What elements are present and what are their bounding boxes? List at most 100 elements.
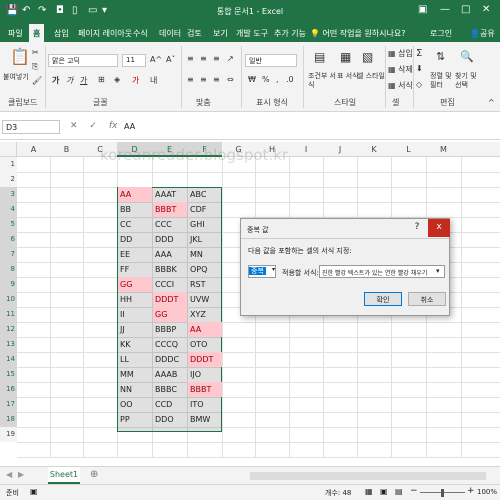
column-header[interactable]: B: [50, 142, 83, 157]
cell[interactable]: CCCQ: [153, 337, 187, 352]
cell[interactable]: BBBT: [188, 382, 222, 397]
collapse-ribbon-icon[interactable]: ^: [488, 98, 495, 107]
table-format-button[interactable]: 표 서식: [337, 72, 359, 81]
fx-icon[interactable]: fx: [109, 121, 118, 131]
delete-cells-button[interactable]: ▦ 삭제: [388, 64, 413, 75]
sort-filter-icon[interactable]: ⇅: [436, 50, 445, 63]
align-left-icon[interactable]: ≡: [187, 75, 194, 84]
cell[interactable]: OO: [118, 397, 152, 412]
page-layout-view-icon[interactable]: ▣: [380, 487, 388, 496]
cell[interactable]: MM: [118, 367, 152, 382]
cell[interactable]: XYZ: [188, 307, 222, 322]
macro-record-icon[interactable]: ▣: [30, 487, 38, 496]
enter-icon[interactable]: ✓: [89, 121, 97, 131]
copy-icon[interactable]: ⎘: [32, 62, 38, 72]
column-header[interactable]: K: [357, 142, 391, 157]
row-header[interactable]: 7: [0, 247, 17, 262]
column-header[interactable]: A: [17, 142, 50, 157]
scroll-left-icon[interactable]: ◀: [6, 470, 12, 479]
cell[interactable]: MN: [188, 247, 222, 262]
sheet-tab[interactable]: Sheet1: [48, 467, 80, 484]
horizontal-scrollbar[interactable]: [250, 472, 486, 480]
row-header[interactable]: 11: [0, 307, 17, 322]
tab-add-ins[interactable]: 추가 기능: [274, 28, 306, 39]
row-header[interactable]: 13: [0, 337, 17, 352]
cell[interactable]: DD: [118, 232, 152, 247]
normal-view-icon[interactable]: ▦: [365, 487, 373, 496]
cell[interactable]: GG: [153, 307, 187, 322]
row-header[interactable]: 17: [0, 397, 17, 412]
sign-in-link[interactable]: 로그인: [430, 28, 452, 39]
currency-icon[interactable]: ₩: [248, 75, 256, 84]
row-header[interactable]: 12: [0, 322, 17, 337]
ok-button[interactable]: 확인: [364, 292, 402, 306]
cell[interactable]: GHI: [188, 217, 222, 232]
cell[interactable]: BMW: [188, 412, 222, 427]
column-header[interactable]: I: [289, 142, 323, 157]
paste-icon[interactable]: 📋: [10, 47, 30, 66]
row-header[interactable]: 9: [0, 277, 17, 292]
help-button[interactable]: ?: [406, 219, 428, 237]
row-header[interactable]: 10: [0, 292, 17, 307]
chevron-down-icon[interactable]: ▾: [436, 267, 440, 275]
row-header[interactable]: 14: [0, 352, 17, 367]
tab-formulas[interactable]: 수식: [133, 28, 148, 39]
fill-color-icon[interactable]: ◈: [114, 75, 120, 84]
format-select[interactable]: 진한 빨강 텍스트가 있는 연한 빨강 채우기: [319, 265, 445, 278]
orientation-icon[interactable]: ↗: [227, 54, 234, 63]
cell[interactable]: NN: [118, 382, 152, 397]
conditional-format-button[interactable]: 조건부 서식: [308, 72, 336, 90]
maximize-button[interactable]: □: [461, 4, 470, 15]
comma-icon[interactable]: ,: [276, 75, 279, 84]
cell[interactable]: PP: [118, 412, 152, 427]
cell[interactable]: CDF: [188, 202, 222, 217]
underline-icon[interactable]: 가: [80, 75, 87, 86]
grow-font-icon[interactable]: A^: [150, 55, 162, 64]
tab-insert[interactable]: 삽입: [54, 28, 69, 39]
find-icon[interactable]: 🔍: [460, 50, 474, 63]
clear-icon[interactable]: ◇: [416, 80, 422, 89]
row-header[interactable]: 3: [0, 187, 17, 202]
format-painter-icon[interactable]: 🖌: [32, 76, 42, 85]
cancel-button[interactable]: 취소: [408, 292, 446, 306]
format-cells-button[interactable]: ▦ 서식: [388, 80, 413, 91]
cell[interactable]: OTO: [188, 337, 222, 352]
cell[interactable]: DDDT: [153, 292, 187, 307]
autosum-icon[interactable]: Σ: [416, 48, 422, 59]
cell[interactable]: DDD: [153, 232, 187, 247]
cell[interactable]: BBBC: [153, 382, 187, 397]
cell[interactable]: BBBK: [153, 262, 187, 277]
cell[interactable]: EE: [118, 247, 152, 262]
dialog-close-button[interactable]: x: [428, 219, 450, 237]
row-header[interactable]: 18: [0, 412, 17, 427]
select-all-corner[interactable]: [0, 142, 17, 157]
table-format-icon[interactable]: ▦: [340, 50, 351, 64]
row-header[interactable]: 5: [0, 217, 17, 232]
cancel-icon[interactable]: ✕: [70, 121, 78, 131]
tab-review[interactable]: 검토: [187, 28, 202, 39]
column-header[interactable]: J: [323, 142, 357, 157]
number-format-dropdown[interactable]: 일반: [245, 54, 297, 67]
align-top-icon[interactable]: ≡: [187, 54, 194, 63]
add-sheet-icon[interactable]: ⊕: [90, 469, 98, 480]
cell[interactable]: CCD: [153, 397, 187, 412]
cell[interactable]: II: [118, 307, 152, 322]
column-header[interactable]: L: [391, 142, 426, 157]
border-icon[interactable]: ⊞: [98, 75, 105, 84]
cell[interactable]: JJ: [118, 322, 152, 337]
cell[interactable]: KK: [118, 337, 152, 352]
cell-style-icon[interactable]: ▧: [362, 50, 373, 64]
zoom-out-icon[interactable]: −: [410, 486, 418, 496]
cell[interactable]: CCC: [153, 217, 187, 232]
font-size-dropdown[interactable]: 11: [122, 54, 146, 67]
cell[interactable]: BB: [118, 202, 152, 217]
row-header[interactable]: 2: [0, 172, 17, 187]
bold-icon[interactable]: 가: [52, 75, 59, 86]
align-middle-icon[interactable]: ≡: [200, 54, 207, 63]
decimal-icon[interactable]: .0: [286, 75, 294, 84]
cell[interactable]: AAAB: [153, 367, 187, 382]
cell[interactable]: JKL: [188, 232, 222, 247]
align-right-icon[interactable]: ≡: [213, 75, 220, 84]
cell[interactable]: BBBT: [153, 202, 187, 217]
insert-cells-button[interactable]: ▦ 삽입: [388, 48, 413, 59]
